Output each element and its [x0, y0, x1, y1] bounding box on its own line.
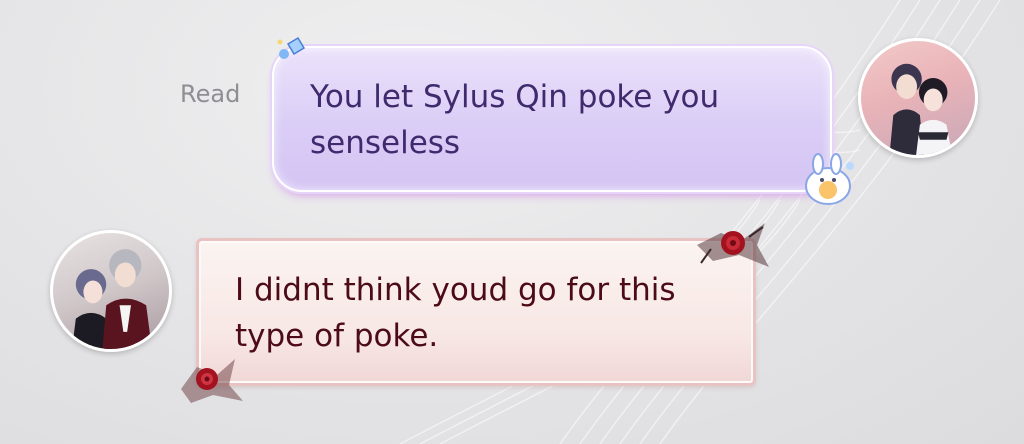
- other-avatar[interactable]: [50, 230, 172, 352]
- bunny-sticker-icon: [805, 153, 854, 205]
- avatar-couple-icon: [889, 63, 953, 155]
- self-avatar[interactable]: [858, 38, 978, 158]
- received-message-text: I didnt think youd go for this type of p…: [235, 272, 676, 354]
- pastel-sticker-icon: [277, 36, 306, 59]
- received-message-bubble[interactable]: I didnt think youd go for this type of p…: [181, 223, 769, 403]
- avatar-couple-icon: [72, 249, 152, 349]
- red-rose-icon: [181, 359, 243, 403]
- sent-message-text: You let Sylus Qin poke you senseless: [310, 79, 720, 161]
- sent-message-bubble[interactable]: You let Sylus Qin poke you senseless: [272, 36, 854, 205]
- read-receipt: Read: [180, 80, 241, 108]
- red-rose-icon: [697, 223, 769, 267]
